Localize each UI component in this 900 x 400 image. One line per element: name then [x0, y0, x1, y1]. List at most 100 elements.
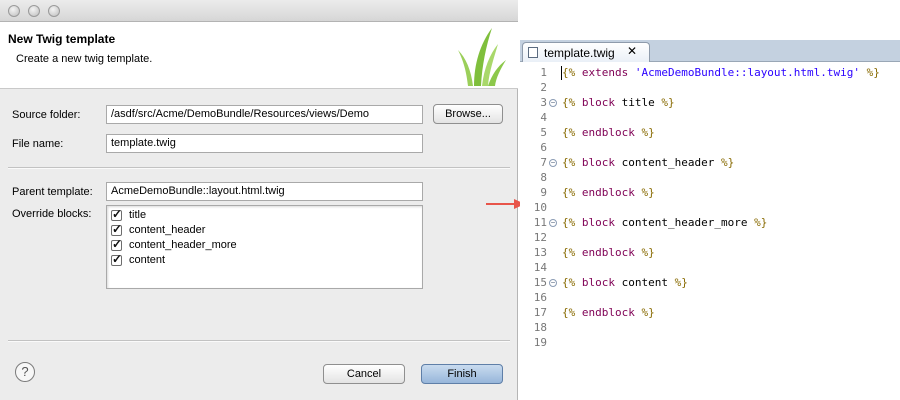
- code-token: %}: [641, 306, 655, 319]
- code-token: %}: [720, 156, 735, 169]
- code-token: content_header: [615, 156, 721, 169]
- window-titlebar: [0, 0, 518, 22]
- parent-template-input[interactable]: AcmeDemoBundle::layout.html.twig: [106, 182, 423, 201]
- code-token: {%: [562, 246, 576, 259]
- code-token: {%: [562, 126, 576, 139]
- close-window-button[interactable]: [8, 5, 20, 17]
- code-token: block: [581, 216, 615, 229]
- code-token: content: [615, 276, 675, 289]
- line-number: 7: [540, 156, 547, 169]
- code-line: {% endblock %}: [562, 306, 655, 319]
- fold-icon[interactable]: −: [549, 219, 557, 227]
- code-token: %}: [641, 126, 655, 139]
- code-token: %}: [754, 216, 768, 229]
- divider: [8, 167, 510, 169]
- line-number: 6: [540, 141, 547, 154]
- block-label: content: [129, 254, 166, 266]
- source-folder-input[interactable]: /asdf/src/Acme/DemoBundle/Resources/view…: [106, 105, 423, 124]
- code-line: {% block content_header %}: [562, 156, 734, 169]
- code-token: block: [581, 96, 615, 109]
- code-token: endblock: [581, 306, 635, 319]
- code-token: {%: [562, 186, 576, 199]
- line-number-gutter: 1 2 3−4 5 6 7−8 9 10 11−12 13 14 15−16 17 18 19: [520, 62, 561, 360]
- override-blocks-list[interactable]: ✓ title ✓ content_header ✓ content_heade…: [106, 205, 423, 289]
- code-token: extends: [581, 66, 629, 79]
- code-token: %}: [661, 96, 675, 109]
- code-token: {%: [562, 216, 576, 229]
- checkbox[interactable]: ✓: [111, 252, 122, 266]
- close-icon[interactable]: ✕: [627, 44, 637, 58]
- code-token: {%: [562, 66, 576, 79]
- finish-button[interactable]: Finish: [421, 364, 503, 384]
- line-number: 2: [540, 81, 547, 94]
- code-line: {% extends 'AcmeDemoBundle::layout.html.…: [562, 66, 880, 79]
- help-icon[interactable]: ?: [15, 362, 35, 382]
- dialog-banner: New Twig template Create a new twig temp…: [0, 22, 518, 89]
- code-line: {% endblock %}: [562, 186, 655, 199]
- block-label: content_header_more: [129, 239, 237, 251]
- code-token: %}: [674, 276, 688, 289]
- dialog-description: Create a new twig template.: [16, 53, 153, 65]
- checkbox[interactable]: ✓: [111, 207, 123, 221]
- code-area[interactable]: {% extends 'AcmeDemoBundle::layout.html.…: [560, 62, 900, 360]
- editor-tab-template[interactable]: template.twig ✕: [522, 42, 650, 62]
- line-number: 19: [533, 336, 547, 349]
- code-line: {% block content %}: [562, 276, 688, 289]
- checkmark-icon: ✓: [112, 222, 123, 236]
- checkmark-icon: ✓: [112, 207, 123, 221]
- code-token: block: [581, 276, 615, 289]
- browse-button[interactable]: Browse...: [433, 104, 503, 124]
- file-name-input[interactable]: template.twig: [106, 134, 423, 153]
- code-token: endblock: [581, 186, 635, 199]
- code-line: {% endblock %}: [562, 126, 655, 139]
- file-name-label: File name:: [12, 138, 64, 150]
- grass-logo-icon: [458, 28, 506, 86]
- code-line: {% block title %}: [562, 96, 675, 109]
- code-editor: template.twig ✕ 1 2 3−4 5 6 7−8 9 10 11−12 13 14 15…: [520, 40, 900, 360]
- code-token: %}: [641, 246, 655, 259]
- checkbox[interactable]: ✓: [111, 222, 123, 236]
- fold-icon[interactable]: −: [549, 279, 557, 287]
- dialog-title: New Twig template: [8, 32, 116, 46]
- override-blocks-label: Override blocks:: [12, 208, 92, 220]
- zoom-window-button[interactable]: [48, 5, 60, 17]
- code-token: %}: [866, 66, 880, 79]
- line-number: 9: [540, 186, 547, 199]
- line-number: 15: [533, 276, 547, 289]
- code-token: endblock: [581, 246, 635, 259]
- code-token: block: [581, 156, 615, 169]
- tab-label: template.twig: [544, 46, 615, 60]
- checkmark-icon: ✓: [112, 237, 123, 251]
- line-number: 5: [540, 126, 547, 139]
- divider: [8, 340, 510, 342]
- code-token: %}: [641, 186, 655, 199]
- line-number: 10: [533, 201, 547, 214]
- code-token: title: [615, 96, 662, 109]
- code-token: {%: [562, 96, 576, 109]
- checkbox[interactable]: ✓: [111, 237, 123, 251]
- line-number: 11: [533, 216, 547, 229]
- line-number: 13: [533, 246, 547, 259]
- line-number: 12: [533, 231, 547, 244]
- code-token: content_header_more: [615, 216, 755, 229]
- text-cursor: [561, 66, 562, 80]
- fold-icon[interactable]: −: [549, 159, 557, 167]
- block-label: content_header: [129, 224, 206, 236]
- code-token: {%: [562, 276, 576, 289]
- minimize-window-button[interactable]: [28, 5, 40, 17]
- code-token: 'AcmeDemoBundle::layout.html.twig': [634, 66, 861, 79]
- line-number: 4: [540, 111, 547, 124]
- cancel-button[interactable]: Cancel: [323, 364, 405, 384]
- fold-icon[interactable]: −: [549, 99, 557, 107]
- file-icon: [528, 47, 538, 58]
- code-line: {% block content_header_more %}: [562, 216, 767, 229]
